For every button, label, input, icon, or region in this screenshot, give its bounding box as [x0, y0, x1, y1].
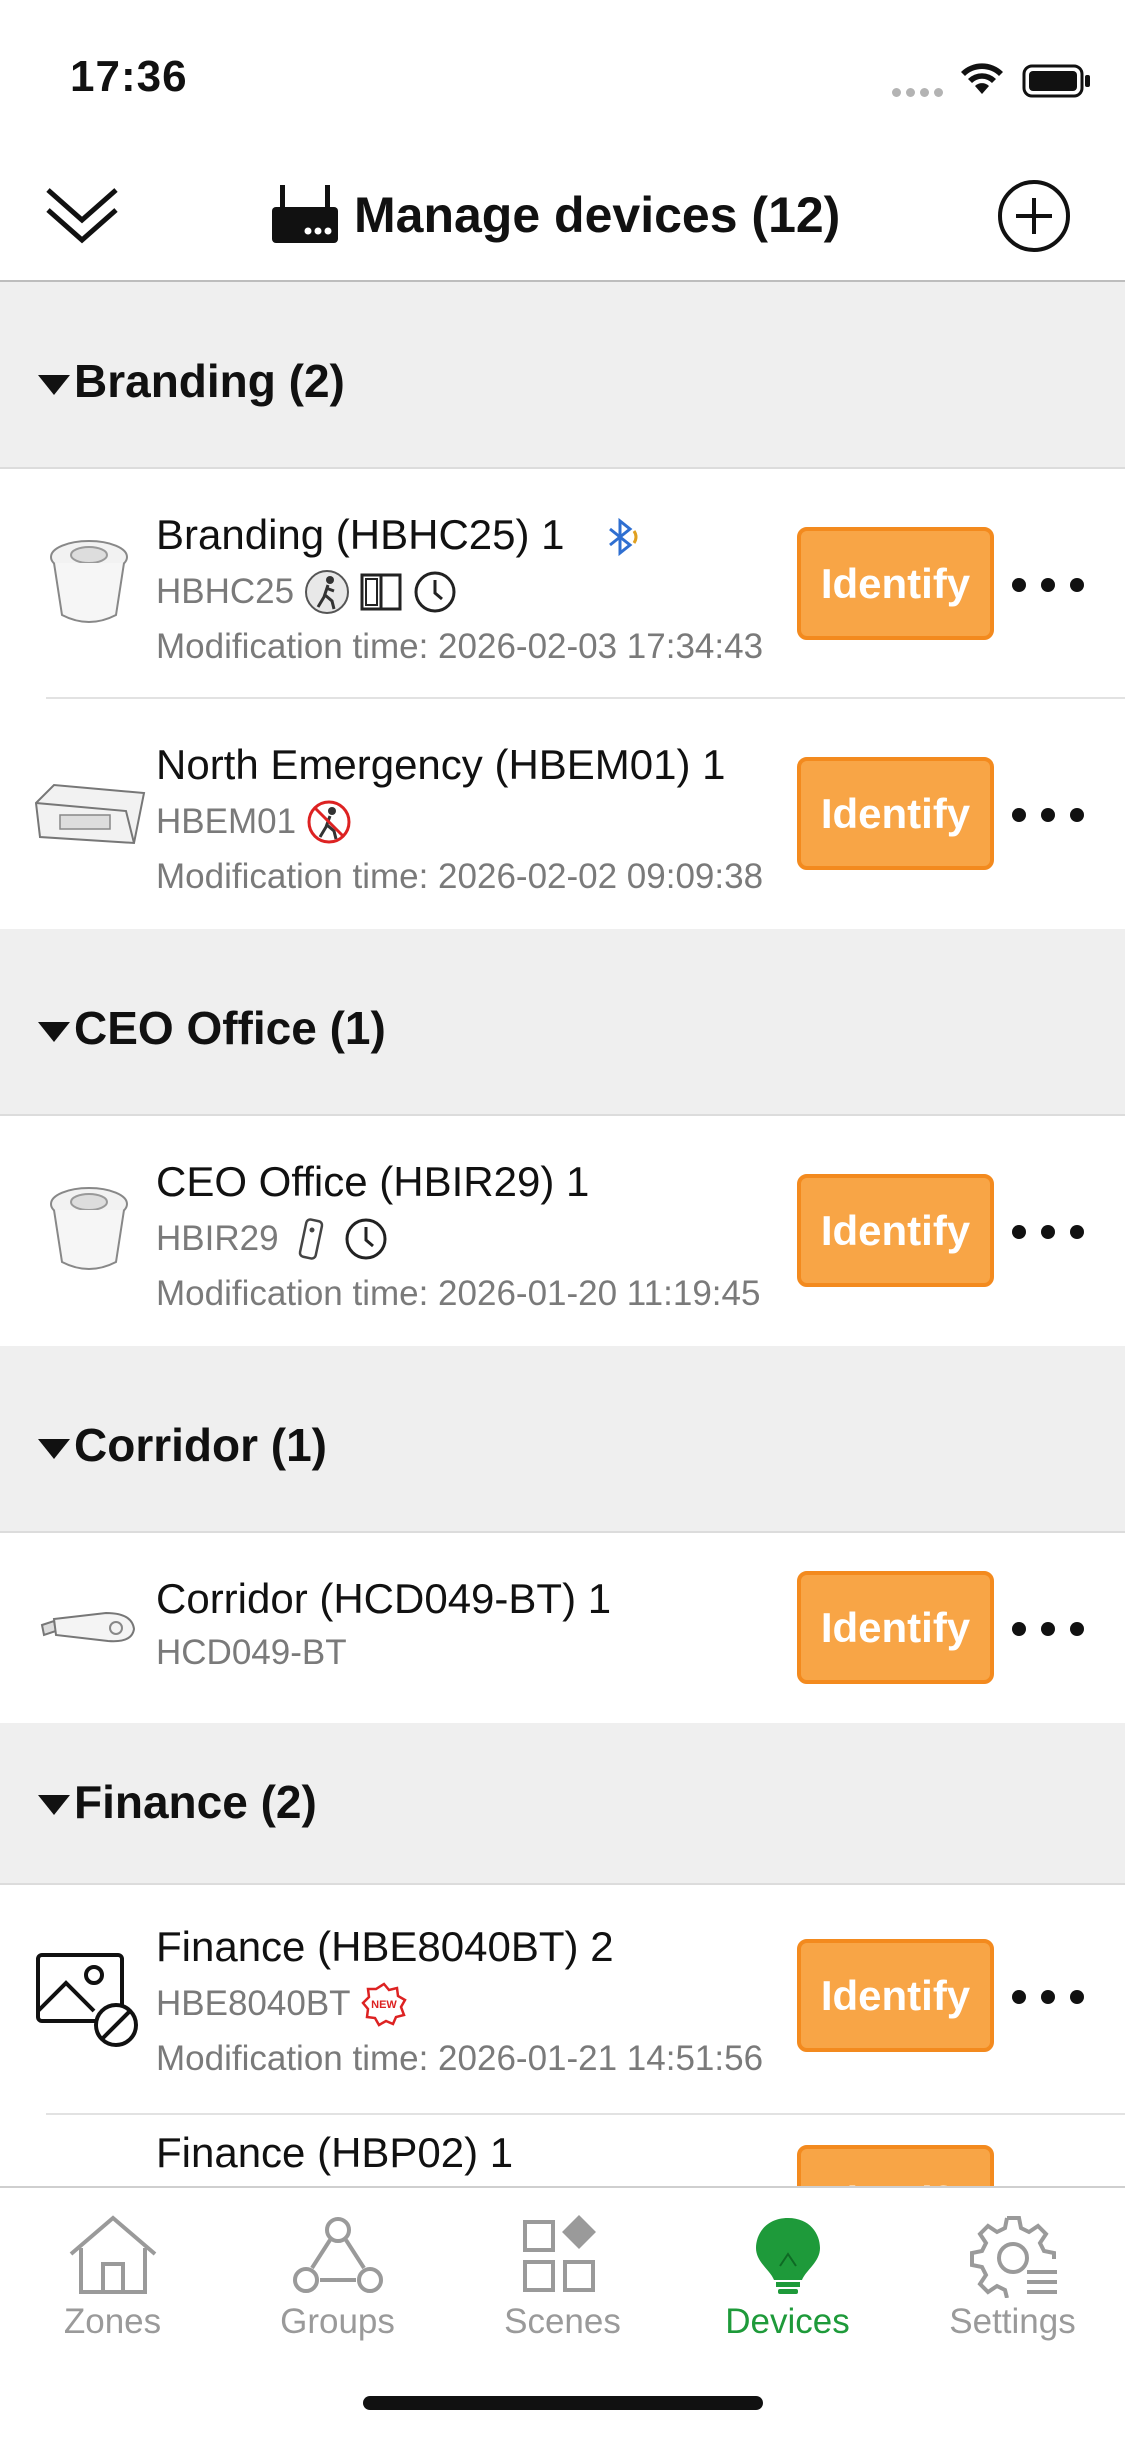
device-row[interactable]: CEO Office (HBIR29) 1 HBIR29 Modificatio…	[0, 1116, 1125, 1346]
emergency-module-image	[34, 783, 146, 845]
tab-label: Groups	[280, 2302, 395, 2341]
home-icon	[69, 2215, 156, 2294]
gear-icon	[969, 2216, 1057, 2298]
collapse-triangle-icon	[38, 375, 70, 395]
tab-label: Zones	[63, 2302, 162, 2341]
modification-time: Modification time: 2026-02-03 17:34:43	[156, 627, 764, 666]
keypad-device-image	[34, 2173, 144, 2186]
clock-icon	[345, 1218, 387, 1260]
device-model: HBHC25	[156, 572, 295, 611]
window-icon	[360, 573, 402, 611]
home-indicator[interactable]	[363, 2396, 763, 2410]
device-model-line: HBIR29	[156, 1216, 397, 1262]
tab-zones[interactable]: Zones	[0, 2198, 225, 2398]
battery-icon	[1022, 64, 1090, 98]
device-model: HBIR29	[156, 1219, 279, 1258]
section-title: CEO Office (1)	[74, 1002, 386, 1054]
modification-time: Modification time: 2026-01-21 14:51:56	[156, 2039, 764, 2078]
collapse-triangle-icon	[38, 1795, 70, 1815]
status-time: 17:36	[70, 52, 188, 101]
more-options-icon[interactable]	[1012, 1977, 1084, 2017]
collapse-all-icon[interactable]	[42, 180, 122, 250]
more-options-icon[interactable]	[1012, 565, 1084, 605]
tab-settings[interactable]: Settings	[900, 2198, 1125, 2398]
device-row[interactable]: Corridor (HCD049-BT) 1 HCD049-BT Identif…	[0, 1533, 1125, 1723]
device-model-line: HBEM01	[156, 799, 360, 845]
section-title: Branding (2)	[74, 355, 345, 407]
remote-control-icon	[298, 1218, 323, 1260]
section-header-corridor[interactable]: Corridor (1)	[0, 1346, 1125, 1533]
identify-button[interactable]: Identify	[797, 1174, 994, 1287]
add-device-icon[interactable]	[996, 178, 1072, 254]
tab-scenes[interactable]: Scenes	[450, 2198, 675, 2398]
device-row[interactable]: Finance (HBP02) 1 Identify	[0, 2115, 1125, 2186]
nav-title-group: Manage devices (12)	[270, 175, 840, 255]
motion-sensor-icon	[305, 570, 350, 614]
device-name: Finance (HBE8040BT) 2	[156, 1923, 614, 1970]
device-name: Branding (HBHC25) 1	[156, 511, 565, 558]
section-header-branding[interactable]: Branding (2)	[0, 282, 1125, 469]
modification-time: Modification time: 2026-02-02 09:09:38	[156, 857, 764, 896]
device-row[interactable]: Finance (HBE8040BT) 2 HBE8040BT NEW Modi…	[0, 1885, 1125, 2115]
bulb-icon	[755, 2218, 820, 2294]
section-title: Corridor (1)	[74, 1419, 327, 1471]
device-model-line: HBHC25	[156, 569, 466, 615]
device-model-line: HBE8040BT NEW	[156, 1981, 415, 2027]
tab-label: Scenes	[504, 2302, 621, 2341]
modification-time: Modification time: 2026-01-20 11:19:45	[156, 1274, 761, 1313]
device-name: Corridor (HCD049-BT) 1	[156, 1575, 612, 1622]
device-model: HBEM01	[156, 802, 297, 841]
svg-text:NEW: NEW	[371, 1999, 397, 2011]
wifi-icon	[961, 63, 1003, 94]
device-row[interactable]: Branding (HBHC25) 1 HBHC25 Modification …	[0, 469, 1125, 699]
collapse-triangle-icon	[38, 1022, 70, 1042]
identify-button[interactable]: Identify	[797, 2145, 994, 2186]
device-row[interactable]: North Emergency (HBEM01) 1 HBEM01 Modifi…	[0, 699, 1125, 929]
device-name: CEO Office (HBIR29) 1	[156, 1158, 590, 1205]
section-title: Finance (2)	[74, 1776, 317, 1828]
tab-label: Settings	[949, 2302, 1076, 2341]
more-options-icon[interactable]	[1012, 795, 1084, 835]
section-header-finance[interactable]: Finance (2)	[0, 1723, 1125, 1885]
groups-icon	[292, 2217, 383, 2293]
device-list[interactable]: Branding (2) Branding (HBHC25) 1 HBHC25	[0, 282, 1125, 2186]
no-motion-icon	[307, 800, 351, 844]
scenes-icon	[522, 2215, 596, 2292]
identify-button[interactable]: Identify	[797, 757, 994, 870]
device-name: Finance (HBP02) 1	[156, 2129, 514, 2176]
tab-groups[interactable]: Groups	[225, 2198, 450, 2398]
sensor-device-image	[50, 540, 128, 623]
sensor-device-image	[50, 1187, 128, 1270]
tab-label: Devices	[725, 2302, 850, 2341]
clock-icon	[414, 571, 456, 613]
device-model: HCD049-BT	[156, 1633, 347, 1672]
new-badge-icon: NEW	[360, 1982, 407, 2027]
page-title: Manage devices (12)	[354, 187, 841, 243]
collapse-triangle-icon	[38, 1439, 70, 1459]
more-options-icon[interactable]	[1012, 1212, 1084, 1252]
nav-bar: Manage devices (12)	[0, 150, 1125, 282]
device-name: North Emergency (HBEM01) 1	[156, 741, 726, 788]
tab-devices[interactable]: Devices	[675, 2198, 900, 2398]
status-bar: 17:36	[0, 0, 1125, 150]
section-header-ceo-office[interactable]: CEO Office (1)	[0, 929, 1125, 1116]
no-image-icon	[36, 1953, 138, 2047]
usb-dongle-image	[40, 1611, 136, 1643]
more-options-icon[interactable]	[1012, 1609, 1084, 1649]
identify-button[interactable]: Identify	[797, 1939, 994, 2052]
bluetooth-icon	[609, 517, 638, 557]
cellular-signal-icon	[892, 84, 948, 102]
device-model-line: HCD049-BT	[156, 1633, 357, 1673]
gateway-icon	[272, 185, 338, 243]
identify-button[interactable]: Identify	[797, 1571, 994, 1684]
identify-button[interactable]: Identify	[797, 527, 994, 640]
device-model: HBE8040BT	[156, 1984, 351, 2023]
